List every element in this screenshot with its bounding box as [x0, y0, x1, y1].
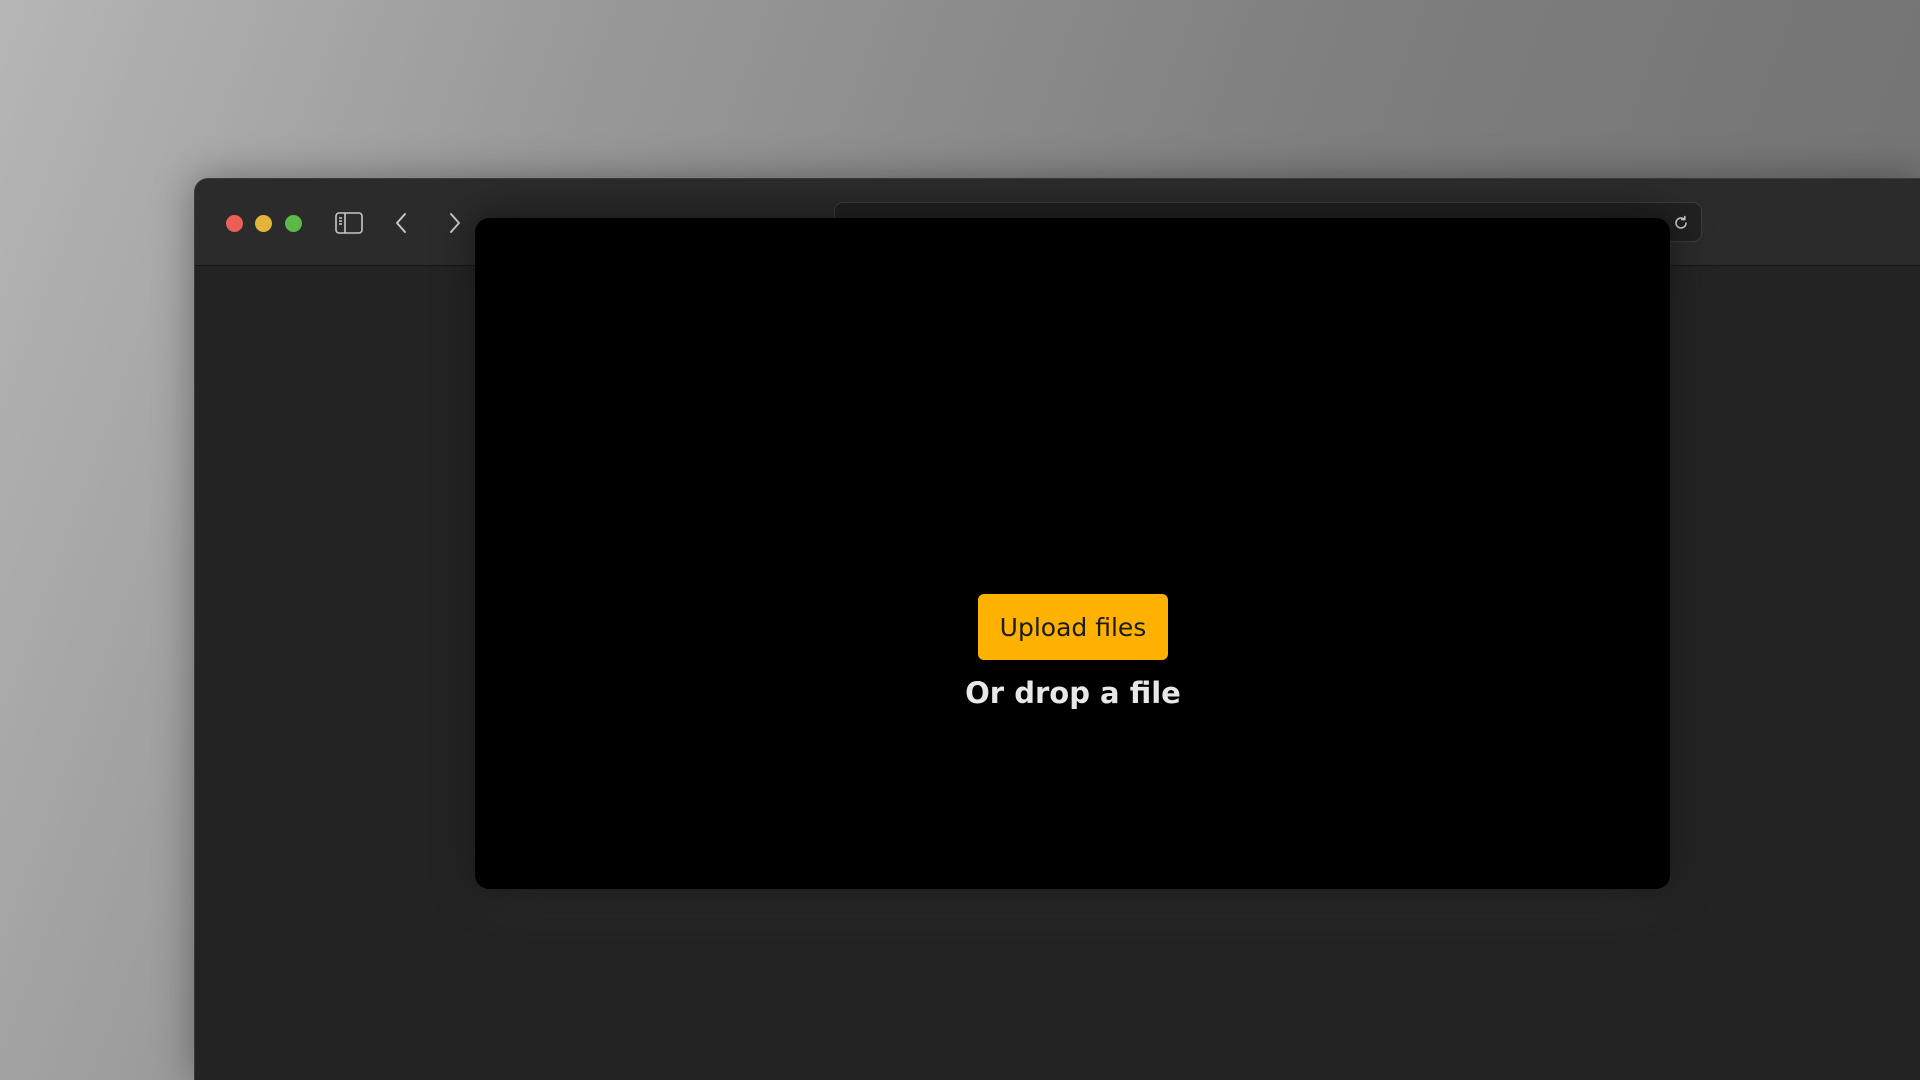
chevron-left-icon[interactable] — [385, 209, 417, 237]
chevron-right-icon[interactable] — [439, 209, 471, 237]
reload-icon[interactable] — [1671, 213, 1691, 233]
drop-file-label: Or drop a file — [965, 676, 1181, 710]
file-dropzone[interactable] — [475, 218, 1670, 889]
upload-files-button[interactable]: Upload files — [978, 594, 1168, 660]
zoom-window-button[interactable] — [285, 215, 302, 232]
minimize-window-button[interactable] — [255, 215, 272, 232]
sidebar-icon[interactable] — [333, 209, 365, 237]
close-window-button[interactable] — [226, 215, 243, 232]
